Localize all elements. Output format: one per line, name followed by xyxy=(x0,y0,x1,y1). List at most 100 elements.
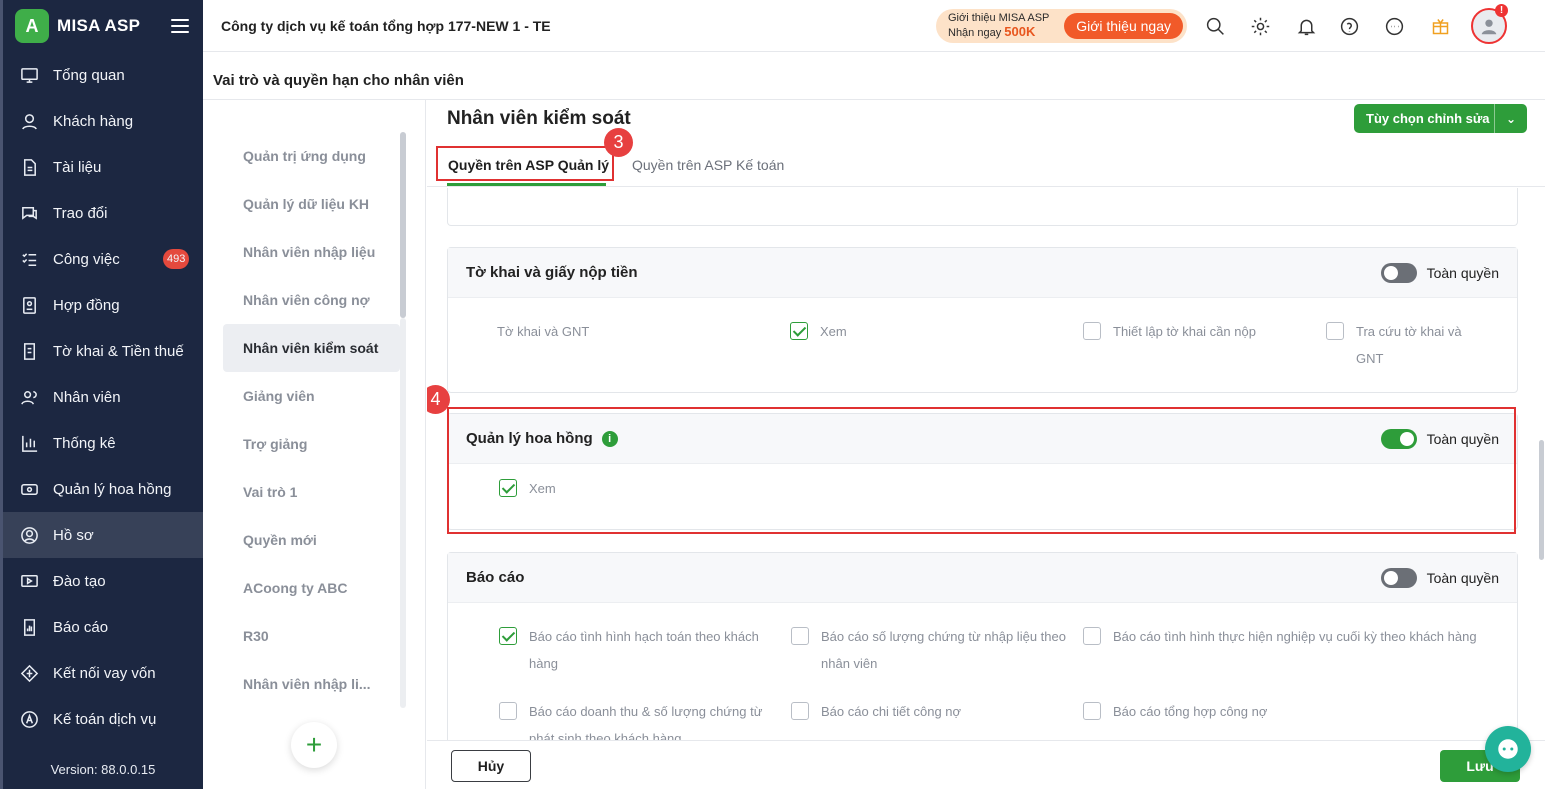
app-name: MISA ASP xyxy=(57,16,141,35)
permission-label: Báo cáo tình hình hạch toán theo khách h… xyxy=(529,629,759,671)
section-header: Báo cáo Toàn quyền xyxy=(448,553,1517,603)
role-list-scroll-track[interactable] xyxy=(400,318,406,708)
gift-icon[interactable] xyxy=(1428,14,1452,38)
tax-form-icon xyxy=(19,341,39,361)
add-role-button[interactable]: + xyxy=(291,722,337,768)
full-permission-toggle-group: Toàn quyền xyxy=(1380,567,1499,588)
search-icon[interactable] xyxy=(1203,14,1227,38)
step-3-marker: 3 xyxy=(604,128,633,157)
sidebar-item-label: Quản lý hoa hồng xyxy=(53,480,172,498)
role-list-scrollbar[interactable] xyxy=(400,132,406,318)
sidebar-item-ke-toan-dich-vu[interactable]: Kế toán dịch vụ xyxy=(3,696,203,742)
section-header: Quản lý hoa hồng i Toàn quyền xyxy=(448,414,1517,464)
checkbox-report[interactable] xyxy=(791,627,809,645)
sidebar: A MISA ASP Tổng quan Khách hàng Tài liệu… xyxy=(0,0,203,789)
role-item[interactable]: Quản lý dữ liệu KH xyxy=(223,180,400,228)
sidebar-item-label: Đào tạo xyxy=(53,572,106,590)
support-chat-icon[interactable] xyxy=(1485,726,1531,772)
sidebar-item-khach-hang[interactable]: Khách hàng xyxy=(3,98,203,144)
role-item[interactable]: Nhân viên nhập liệu xyxy=(223,228,400,276)
toggle-label: Toàn quyền xyxy=(1426,569,1499,586)
role-item[interactable]: Nhân viên nhập li... xyxy=(223,660,400,708)
checkbox-setup-declaration[interactable] xyxy=(1083,322,1101,340)
sidebar-item-ket-noi-vay-von[interactable]: Kết nối vay vốn xyxy=(3,650,203,696)
role-item[interactable]: ACoong ty ABC xyxy=(223,564,400,612)
commission-icon xyxy=(19,479,39,499)
task-count-badge: 493 xyxy=(163,249,190,269)
checkbox-report[interactable] xyxy=(1083,627,1101,645)
sidebar-item-cong-viec[interactable]: Công việc 493 xyxy=(3,236,203,282)
document-icon xyxy=(19,157,39,177)
sidebar-item-label: Hợp đồng xyxy=(53,296,120,314)
toggle-label: Toàn quyền xyxy=(1426,264,1499,281)
role-list: Quản trị ứng dụng Quản lý dữ liệu KH Nhâ… xyxy=(203,100,426,789)
checkbox-view[interactable] xyxy=(790,322,808,340)
sidebar-item-tai-lieu[interactable]: Tài liệu xyxy=(3,144,203,190)
sidebar-item-label: Khách hàng xyxy=(53,112,134,130)
section-tax-declaration: Tờ khai và giấy nộp tiền Toàn quyền Tờ k… xyxy=(447,247,1518,393)
checkbox-report[interactable] xyxy=(791,702,809,720)
permission-content: Tờ khai và giấy nộp tiền Toàn quyền Tờ k… xyxy=(427,188,1545,740)
role-detail-panel: Nhân viên kiểm soát Tùy chọn chỉnh sửa ⌄… xyxy=(427,100,1545,789)
toggle-label: Toàn quyền xyxy=(1426,430,1499,447)
checkbox-lookup-declaration[interactable] xyxy=(1326,322,1344,340)
help-icon[interactable] xyxy=(1337,14,1361,38)
page-title: Vai trò và quyền hạn cho nhân viên xyxy=(213,72,464,89)
app-logo[interactable]: A xyxy=(15,9,49,43)
checkbox-report[interactable] xyxy=(499,702,517,720)
role-item[interactable]: Giảng viên xyxy=(223,372,400,420)
menu-toggle-icon[interactable] xyxy=(171,19,189,33)
sidebar-item-quan-ly-hoa-hong[interactable]: Quản lý hoa hồng xyxy=(3,466,203,512)
sidebar-item-hop-dong[interactable]: Hợp đồng xyxy=(3,282,203,328)
referral-promo-banner[interactable]: Giới thiệu MISA ASP Nhận ngay 500K Giới … xyxy=(936,9,1187,43)
content-scrollbar[interactable] xyxy=(1539,440,1544,560)
staff-icon xyxy=(19,387,39,407)
sidebar-item-label: Kết nối vay vốn xyxy=(53,664,156,682)
chevron-down-icon[interactable]: ⌄ xyxy=(1495,112,1527,126)
info-icon[interactable]: i xyxy=(601,430,618,447)
permission-label: Báo cáo tình hình thực hiện nghiệp vụ cu… xyxy=(1113,629,1477,644)
role-item[interactable]: Quyền mới xyxy=(223,516,400,564)
edit-options-button[interactable]: Tùy chọn chỉnh sửa ⌄ xyxy=(1354,104,1527,133)
checkbox-report[interactable] xyxy=(499,627,517,645)
more-options-icon[interactable] xyxy=(1382,14,1406,38)
full-permission-toggle[interactable] xyxy=(1380,567,1417,588)
company-name[interactable]: Công ty dịch vụ kế toán tổng hợp 177-NEW… xyxy=(221,18,551,34)
role-item[interactable]: Vai trò 1 xyxy=(223,468,400,516)
role-item[interactable]: Nhân viên công nợ xyxy=(223,276,400,324)
permission-label: Xem xyxy=(529,481,556,496)
cancel-button[interactable]: Hủy xyxy=(451,750,531,782)
promo-text: Giới thiệu MISA ASP Nhận ngay 500K xyxy=(948,12,1049,40)
full-permission-toggle[interactable] xyxy=(1380,262,1417,283)
role-item[interactable]: Trợ giảng xyxy=(223,420,400,468)
full-permission-toggle[interactable] xyxy=(1380,428,1417,449)
role-item[interactable]: R30 xyxy=(223,612,400,660)
sidebar-item-thong-ke[interactable]: Thống kê xyxy=(3,420,203,466)
section-reports: Báo cáo Toàn quyền Báo cáo tình hình hạc… xyxy=(447,552,1518,740)
permission-label: Tra cứu tờ khai và GNT xyxy=(1356,324,1462,366)
sidebar-item-nhan-vien[interactable]: Nhân viên xyxy=(3,374,203,420)
bell-icon[interactable] xyxy=(1294,14,1318,38)
sidebar-item-label: Trao đổi xyxy=(53,204,108,222)
sidebar-item-bao-cao[interactable]: Báo cáo xyxy=(3,604,203,650)
sidebar-item-label: Hồ sơ xyxy=(53,526,94,544)
sidebar-item-dao-tao[interactable]: Đào tạo xyxy=(3,558,203,604)
task-list-icon xyxy=(19,249,39,269)
role-item-active[interactable]: Nhân viên kiểm soát xyxy=(223,324,400,372)
refer-now-button[interactable]: Giới thiệu ngay xyxy=(1064,13,1183,39)
app-version: Version: 88.0.0.15 xyxy=(50,762,156,777)
report-icon xyxy=(19,617,39,637)
tab-asp-ke-toan[interactable]: Quyền trên ASP Kế toán xyxy=(632,157,784,173)
sidebar-item-trao-doi[interactable]: Trao đổi xyxy=(3,190,203,236)
sidebar-item-ho-so[interactable]: Hồ sơ xyxy=(3,512,203,558)
role-item[interactable]: Quản trị ứng dụng xyxy=(223,132,400,180)
checkbox-report[interactable] xyxy=(1083,702,1101,720)
permission-label: Xem xyxy=(820,324,847,339)
sidebar-item-to-khai-tien-thue[interactable]: Tờ khai & Tiền thuế xyxy=(3,328,203,374)
checkbox-view[interactable] xyxy=(499,479,517,497)
sidebar-item-tong-quan[interactable]: Tổng quan xyxy=(3,52,203,98)
section-title: Quản lý hoa hồng xyxy=(466,430,593,447)
sidebar-nav: Tổng quan Khách hàng Tài liệu Trao đổi C… xyxy=(3,52,203,742)
gear-icon[interactable] xyxy=(1248,14,1272,38)
dashboard-icon xyxy=(19,65,39,85)
